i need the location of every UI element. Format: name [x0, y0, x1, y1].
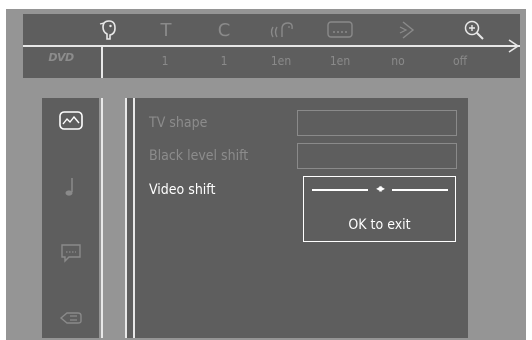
picture-settings-icon[interactable]	[42, 106, 99, 136]
menu-item-black-level-shift[interactable]: Black level shift	[149, 148, 248, 164]
title-icon[interactable]: T	[146, 16, 186, 44]
menu-item-tv-shape[interactable]: TV shape	[149, 115, 207, 131]
subtitle-icon[interactable]	[320, 16, 360, 44]
title-value: 1	[161, 54, 169, 68]
panel-left-border	[125, 98, 127, 338]
angle-value: no	[391, 54, 405, 68]
user-preferences-icon[interactable]	[89, 16, 129, 44]
topbar-divider	[23, 45, 520, 47]
slider-right-bar	[392, 189, 448, 191]
side-divider	[101, 98, 103, 338]
settings-category-column	[42, 98, 103, 338]
ok-to-exit-label: OK to exit	[348, 217, 411, 233]
angle-icon[interactable]	[388, 16, 428, 44]
tv-shape-field[interactable]	[297, 110, 457, 136]
chapter-value: 1	[220, 54, 228, 68]
picture-settings-panel: TV shape Black level shift Video shift ◂…	[125, 98, 468, 338]
chapter-glyph: C	[217, 19, 231, 41]
slider-handle-icon[interactable]: ◂▸	[304, 181, 455, 195]
menu-item-video-shift[interactable]: Video shift	[149, 182, 215, 198]
chapter-icon[interactable]: C	[204, 16, 244, 44]
zoom-icon[interactable]	[454, 16, 494, 44]
language-settings-icon[interactable]	[42, 238, 99, 268]
topbar-arrow-icon	[508, 39, 520, 53]
audio-language-icon[interactable]	[262, 16, 302, 44]
sound-settings-icon[interactable]	[42, 172, 99, 202]
features-settings-icon[interactable]	[42, 303, 99, 333]
black-level-shift-field[interactable]	[297, 143, 457, 169]
video-shift-popup[interactable]: ◂▸ OK to exit	[303, 176, 456, 242]
topbar-vertical-divider	[101, 47, 103, 78]
top-menu-bar: DVD T C 1 1 1en 1en no off	[23, 14, 520, 78]
title-glyph: T	[160, 19, 172, 41]
panel-inner-border	[133, 98, 135, 338]
zoom-value: off	[452, 54, 468, 68]
audio-value: 1en	[270, 54, 292, 68]
subtitle-value: 1en	[329, 54, 351, 68]
dvd-logo: DVD	[48, 51, 74, 64]
